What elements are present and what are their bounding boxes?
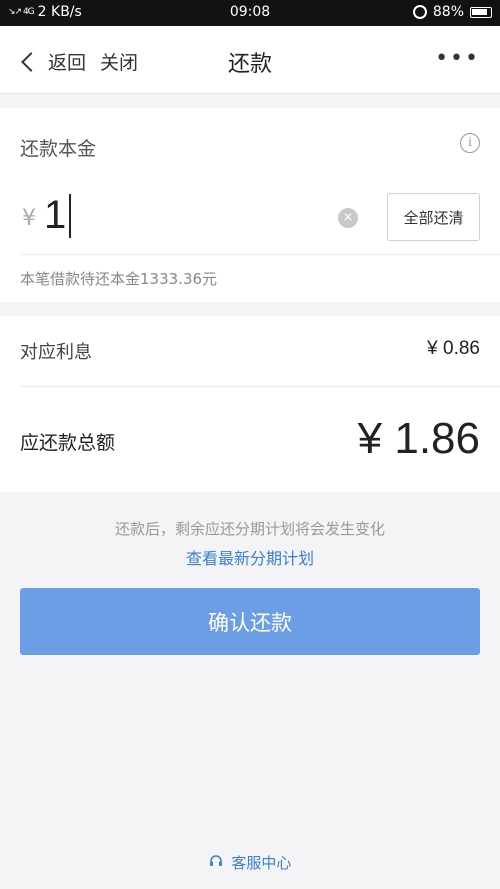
divider bbox=[20, 254, 500, 255]
nav-bar: 返回 关闭 还款 ••• bbox=[0, 26, 500, 94]
view-plan-link[interactable]: 查看最新分期计划 bbox=[0, 545, 500, 569]
principal-card: 还款本金 i ¥ × 全部还清 本笔借款待还本金1333.36元 bbox=[0, 108, 500, 302]
close-button[interactable]: 关闭 bbox=[100, 48, 138, 75]
text-caret bbox=[69, 194, 71, 238]
rotation-lock-icon bbox=[412, 5, 427, 19]
headset-icon bbox=[209, 854, 223, 872]
currency-symbol: ¥ bbox=[22, 206, 36, 231]
plan-change-notice: 还款后，剩余应还分期计划将会发生变化 bbox=[114, 520, 385, 538]
battery-icon bbox=[470, 6, 492, 18]
back-button[interactable]: 返回 bbox=[18, 48, 86, 75]
summary-card: 对应利息 ¥ 0.86 应还款总额 ¥ 1.86 bbox=[0, 316, 500, 492]
amount-input[interactable] bbox=[44, 192, 314, 238]
status-bar: ↘↗ 4G 2 KB/s 09:08 88% bbox=[0, 0, 500, 26]
battery-level: 88% bbox=[432, 4, 464, 20]
repay-all-button[interactable]: 全部还清 bbox=[387, 193, 480, 241]
more-menu-button[interactable]: ••• bbox=[435, 46, 480, 71]
customer-service-label: 客服中心 bbox=[231, 854, 292, 872]
total-value: ¥ 1.86 bbox=[357, 414, 480, 463]
status-right: 88% bbox=[412, 4, 492, 20]
customer-service-link[interactable]: 客服中心 bbox=[0, 852, 500, 873]
chevron-left-icon bbox=[21, 51, 41, 72]
remaining-principal-text: 本笔借款待还本金1333.36元 bbox=[20, 270, 218, 288]
interest-value: ¥ 0.86 bbox=[427, 338, 480, 359]
confirm-repay-button[interactable]: 确认还款 bbox=[20, 588, 480, 655]
divider bbox=[20, 386, 500, 387]
clear-icon[interactable]: × bbox=[338, 208, 358, 228]
principal-label: 还款本金 bbox=[20, 138, 97, 160]
back-label: 返回 bbox=[48, 52, 87, 74]
info-icon[interactable]: i bbox=[460, 133, 480, 153]
total-label: 应还款总额 bbox=[20, 432, 116, 454]
interest-label: 对应利息 bbox=[20, 342, 92, 363]
